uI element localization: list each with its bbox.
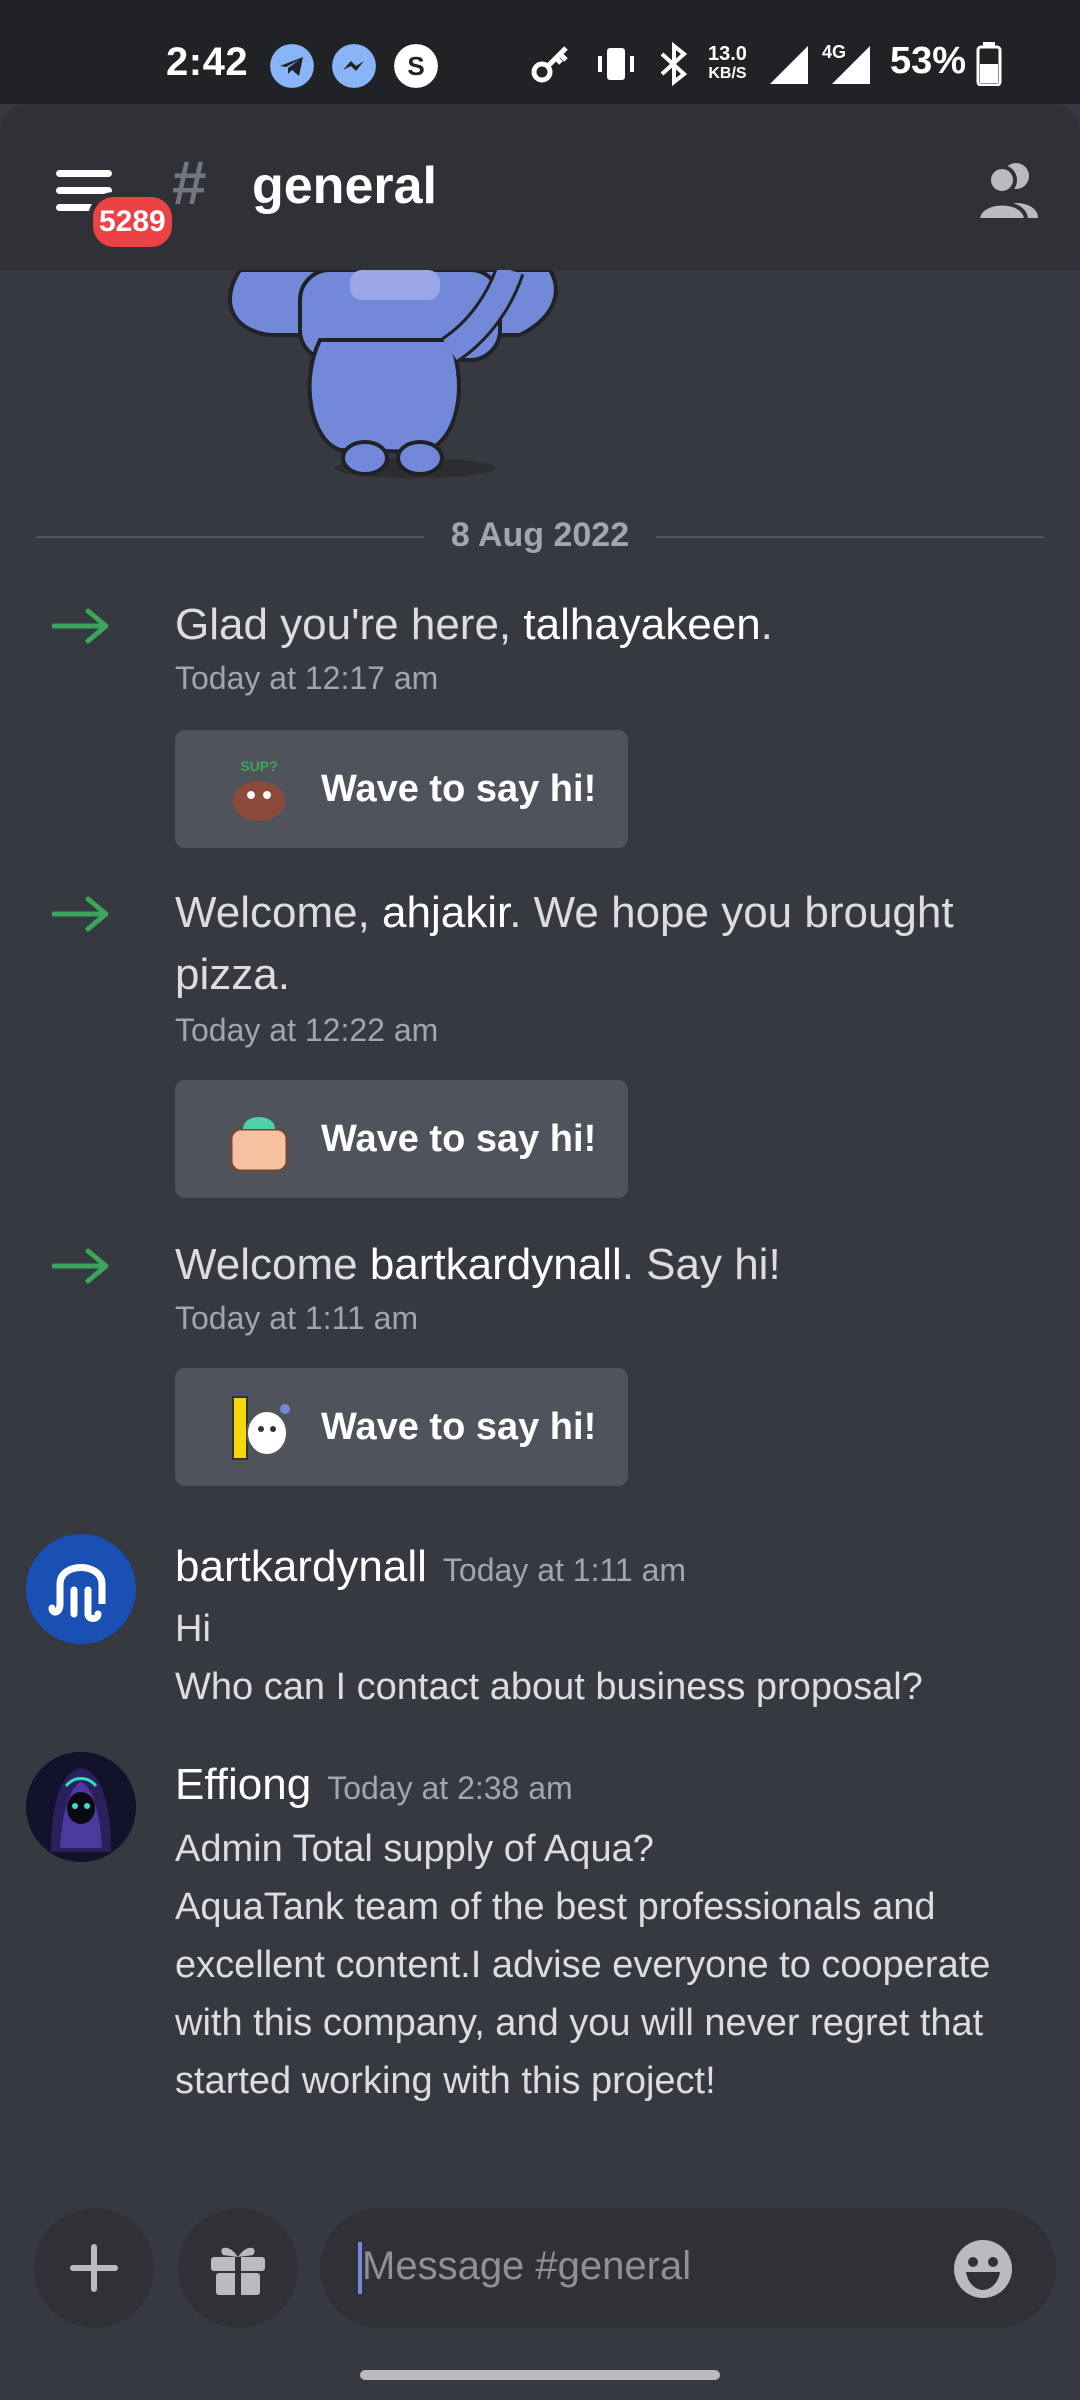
username-link[interactable]: talhayakeen: [523, 600, 760, 649]
system-message: Welcome bartkardynall. Say hi!: [175, 1240, 781, 1289]
join-arrow-icon: [52, 896, 109, 932]
message-text: AquaTank team of the best professionals …: [175, 1886, 936, 1928]
user-avatar[interactable]: [26, 1752, 136, 1862]
status-bar: 2:42 S 13.0 KB/S 4G 53%: [0, 0, 1080, 104]
message-input-placeholder: Message #general: [362, 2244, 692, 2288]
date-divider-line-right: [656, 536, 1044, 538]
username-link[interactable]: bartkardynall: [370, 1240, 622, 1289]
message-timestamp: Today at 12:17 am: [175, 660, 439, 696]
message-text: Hi: [175, 1608, 211, 1650]
wave-sticker-icon: [232, 1396, 290, 1460]
message-text: started working with this project!: [175, 2060, 716, 2102]
octopus-avatar-icon: [26, 1534, 136, 1644]
message-header: Effiong Today at 2:38 am: [175, 1760, 573, 1810]
wave-button-label: Wave to say hi!: [321, 1117, 597, 1160]
author-name[interactable]: bartkardynall: [175, 1542, 427, 1591]
battery-icon: [976, 42, 1002, 86]
hooded-figure-avatar-icon: [26, 1752, 136, 1862]
wave-sticker-icon: SUP?: [233, 758, 285, 821]
wave-button-label: Wave to say hi!: [321, 1405, 597, 1448]
vibrate-icon: [598, 48, 634, 80]
message-timestamp: Today at 1:11 am: [175, 1300, 419, 1336]
messenger-icon: [332, 44, 376, 88]
gift-button[interactable]: [178, 2208, 298, 2328]
author-name[interactable]: Effiong: [175, 1760, 311, 1809]
emoji-icon[interactable]: [952, 2238, 1014, 2300]
user-avatar[interactable]: [26, 1534, 136, 1644]
message-text: Admin Total supply of Aqua?: [175, 1828, 654, 1870]
svg-text:S: S: [407, 51, 424, 81]
signal-icon: [770, 46, 808, 84]
gift-icon: [211, 2247, 265, 2295]
s-app-icon: S: [394, 44, 438, 88]
network-speed: 13.0 KB/S: [708, 43, 747, 82]
wave-sticker-icon: [229, 1117, 289, 1173]
message-text: with this company, and you will never re…: [175, 2002, 984, 2044]
message-timestamp: Today at 1:11 am: [442, 1552, 687, 1588]
channel-title: general: [252, 157, 437, 215]
join-arrow-icon: [52, 608, 109, 644]
username-link[interactable]: ahjakir: [382, 888, 509, 937]
wave-button[interactable]: Wave to say hi!: [175, 1368, 628, 1486]
message-text: Who can I contact about business proposa…: [175, 1666, 923, 1708]
message-timestamp: Today at 12:22 am: [175, 1012, 439, 1048]
bluetooth-icon: [660, 42, 688, 86]
wave-button-label: Wave to say hi!: [321, 767, 597, 810]
add-attachment-button[interactable]: [34, 2208, 154, 2328]
channel-header: 5289 # general: [0, 104, 1080, 270]
system-message: Glad you're here, talhayakeen.: [175, 600, 773, 649]
message-timestamp: Today at 2:38 am: [327, 1770, 573, 1806]
telegram-icon: [270, 44, 314, 88]
wumpus-illustration: [228, 270, 558, 478]
vpn-key-icon: [531, 46, 568, 83]
plus-icon: [70, 2244, 118, 2292]
svg-text:SUP?: SUP?: [240, 758, 277, 774]
wave-button[interactable]: Wave to say hi!: [175, 1080, 628, 1198]
notification-badge: 5289: [88, 192, 177, 252]
home-indicator[interactable]: [360, 2370, 720, 2380]
wave-button[interactable]: SUP? Wave to say hi!: [175, 730, 628, 848]
hash-icon: #: [172, 149, 207, 218]
status-time: 2:42: [166, 40, 249, 84]
signal-icon-2: [832, 46, 870, 84]
system-message: Welcome, ahjakir. We hope you brought pi…: [175, 888, 954, 999]
battery-percent: 53%: [890, 40, 967, 82]
members-icon[interactable]: [974, 160, 1044, 220]
message-header: bartkardynall Today at 1:11 am: [175, 1542, 686, 1592]
message-text: excellent content.I advise everyone to c…: [175, 1944, 991, 1986]
join-arrow-icon: [52, 1248, 109, 1284]
message-input[interactable]: Message #general: [320, 2208, 1056, 2328]
